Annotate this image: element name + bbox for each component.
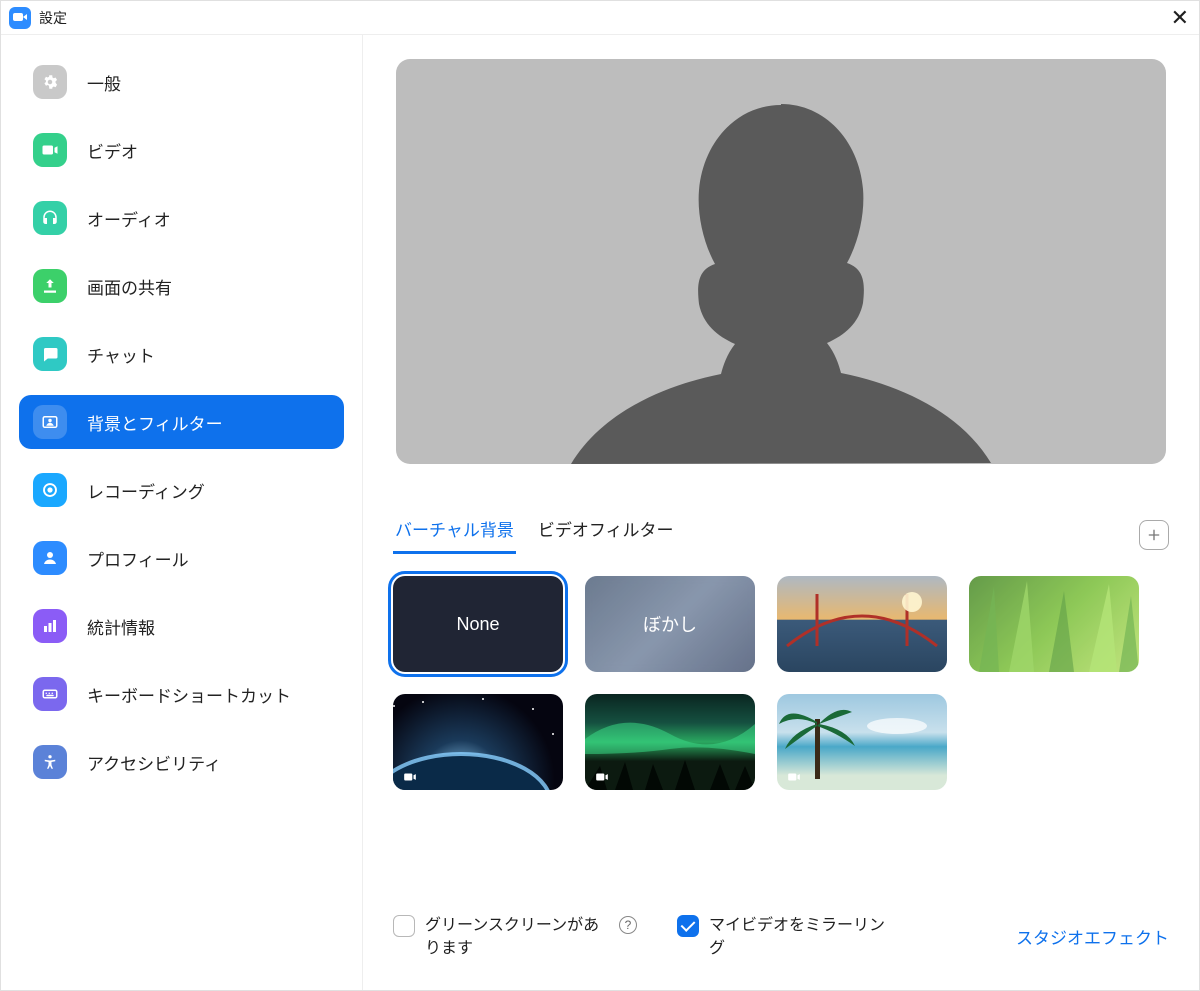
video-badge-icon [401, 770, 419, 784]
plus-icon [1146, 527, 1162, 543]
sidebar-item-share[interactable]: 画面の共有 [19, 259, 344, 313]
video-badge-icon [593, 770, 611, 784]
sidebar-item-general[interactable]: 一般 [19, 55, 344, 109]
profile-icon [33, 541, 67, 575]
help-icon[interactable]: ? [619, 916, 637, 934]
greenscreen-label: グリーンスクリーンがあります [425, 914, 605, 960]
sidebar-item-recording[interactable]: レコーディング [19, 463, 344, 517]
keyboard-icon [33, 677, 67, 711]
mirror-checkbox-group: マイビデオをミラーリング [677, 914, 889, 960]
sidebar-item-label: レコーディング [87, 478, 205, 503]
sidebar-item-label: 一般 [87, 70, 121, 95]
accessibility-icon [33, 745, 67, 779]
grass-thumb [969, 576, 1139, 672]
sidebar-item-audio[interactable]: オーディオ [19, 191, 344, 245]
background-option-bridge[interactable] [777, 576, 947, 672]
greenscreen-checkbox[interactable] [393, 915, 415, 937]
app-icon [9, 7, 31, 29]
chat-icon [33, 337, 67, 371]
gear-icon [33, 65, 67, 99]
background-icon [33, 405, 67, 439]
sidebar-item-label: チャット [87, 342, 155, 367]
sidebar-item-chat[interactable]: チャット [19, 327, 344, 381]
close-icon[interactable]: ✕ [1159, 7, 1189, 29]
tabs: バーチャル背景 ビデオフィルター [393, 516, 676, 554]
sidebar: 一般 ビデオ オーディオ 画面の共有 [1, 35, 363, 990]
video-badge-icon [785, 770, 803, 784]
mirror-label: マイビデオをミラーリング [709, 914, 889, 960]
sidebar-item-accessibility[interactable]: アクセシビリティ [19, 735, 344, 789]
window-title: 設定 [39, 8, 67, 28]
sidebar-item-label: プロフィール [87, 546, 189, 571]
background-label: None [456, 614, 499, 635]
sidebar-item-keyboard[interactable]: キーボードショートカット [19, 667, 344, 721]
background-option-earth[interactable] [393, 694, 563, 790]
titlebar: 設定 ✕ [1, 1, 1199, 35]
add-background-button[interactable] [1139, 520, 1169, 550]
record-icon [33, 473, 67, 507]
sidebar-item-profile[interactable]: プロフィール [19, 531, 344, 585]
sidebar-item-stats[interactable]: 統計情報 [19, 599, 344, 653]
sidebar-item-video[interactable]: ビデオ [19, 123, 344, 177]
background-option-blur[interactable]: ぼかし [585, 576, 755, 672]
background-option-none[interactable]: None [393, 576, 563, 672]
headphones-icon [33, 201, 67, 235]
greenscreen-checkbox-group: グリーンスクリーンがあります ? [393, 914, 637, 960]
sidebar-item-label: アクセシビリティ [87, 750, 221, 775]
background-option-grass[interactable] [969, 576, 1139, 672]
video-preview [396, 59, 1166, 464]
avatar-silhouette-icon [566, 84, 996, 464]
bridge-thumb [777, 576, 947, 672]
share-screen-icon [33, 269, 67, 303]
sidebar-item-label: オーディオ [87, 206, 171, 231]
titlebar-left: 設定 [9, 7, 67, 29]
tab-virtual-background[interactable]: バーチャル背景 [393, 516, 516, 554]
sidebar-item-label: キーボードショートカット [87, 682, 291, 707]
body: 一般 ビデオ オーディオ 画面の共有 [1, 35, 1199, 990]
mirror-checkbox[interactable] [677, 915, 699, 937]
tab-video-filter[interactable]: ビデオフィルター [536, 516, 676, 554]
studio-effects-link[interactable]: スタジオエフェクト [1016, 924, 1169, 949]
background-option-aurora[interactable] [585, 694, 755, 790]
background-grid: None ぼかし [393, 576, 1169, 790]
sidebar-item-background[interactable]: 背景とフィルター [19, 395, 344, 449]
main-content: バーチャル背景 ビデオフィルター None ぼかし [363, 35, 1199, 990]
background-option-beach[interactable] [777, 694, 947, 790]
settings-window: 設定 ✕ 一般 ビデオ オーディオ [0, 0, 1200, 991]
video-icon [33, 133, 67, 167]
stats-icon [33, 609, 67, 643]
footer-options: グリーンスクリーンがあります ? マイビデオをミラーリング スタジオエフェクト [393, 914, 1169, 980]
sidebar-item-label: ビデオ [87, 138, 138, 163]
tabs-row: バーチャル背景 ビデオフィルター [393, 516, 1169, 554]
background-label: ぼかし [643, 611, 697, 637]
sidebar-item-label: 画面の共有 [87, 274, 172, 299]
sidebar-item-label: 背景とフィルター [87, 410, 223, 435]
sidebar-item-label: 統計情報 [87, 614, 155, 639]
